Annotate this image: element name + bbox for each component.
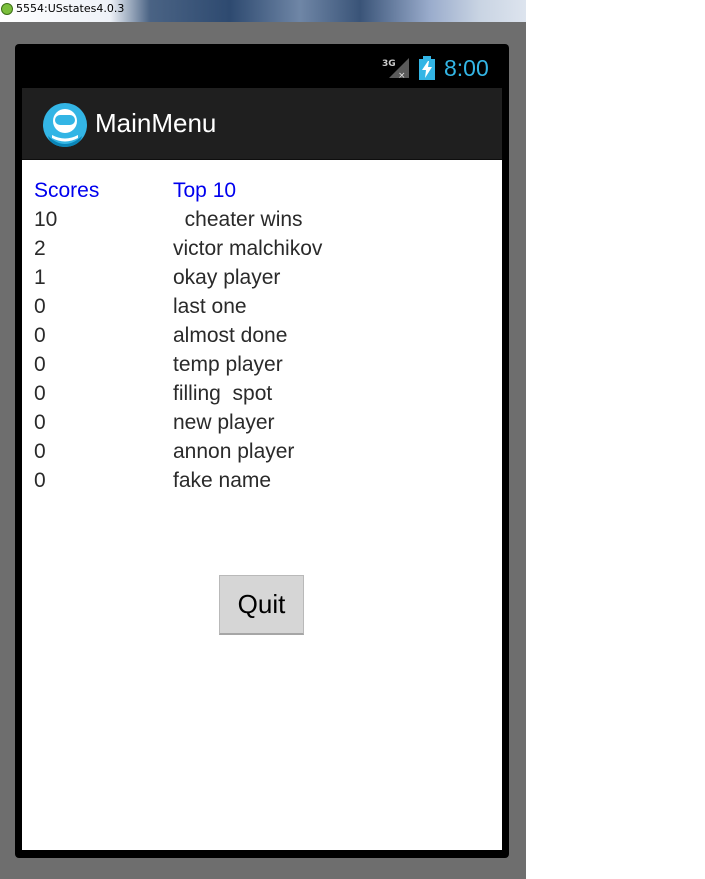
score-value: 0 — [34, 411, 46, 434]
score-value: 0 — [34, 440, 46, 463]
score-value: 0 — [34, 353, 46, 376]
player-name: temp player — [173, 353, 283, 376]
quit-button[interactable]: Quit — [219, 575, 304, 635]
score-value: 0 — [34, 324, 46, 347]
signal-3g-icon: 3G × — [382, 58, 409, 80]
player-name: annon player — [173, 440, 295, 463]
score-value: 0 — [34, 295, 46, 318]
content-area — [22, 160, 502, 850]
score-value: 0 — [34, 382, 46, 405]
android-emulator-icon — [1, 3, 13, 15]
player-name: last one — [173, 295, 247, 318]
player-name: cheater wins — [173, 208, 303, 231]
battery-charging-icon — [419, 56, 435, 80]
window-title: 5554:USstates4.0.3 — [16, 2, 125, 15]
player-name: filling spot — [173, 382, 273, 405]
top10-column-header: Top 10 — [173, 179, 237, 202]
player-name: new player — [173, 411, 275, 434]
score-value: 0 — [34, 469, 46, 492]
player-name: victor malchikov — [173, 237, 323, 260]
score-value: 2 — [34, 237, 46, 260]
player-name: okay player — [173, 266, 281, 289]
app-logo-icon[interactable] — [42, 102, 88, 148]
network-type-label: 3G — [382, 59, 396, 69]
svg-text:×: × — [398, 71, 406, 80]
action-bar — [22, 88, 502, 160]
scores-column-header: Scores — [34, 179, 100, 202]
window-titlebar[interactable]: 5554:USstates4.0.3 — [0, 0, 526, 22]
player-name: fake name — [173, 469, 272, 492]
status-clock: 8:00 — [444, 55, 489, 81]
player-name: almost done — [173, 324, 288, 347]
page-title: MainMenu — [95, 108, 217, 138]
score-value: 10 — [34, 208, 58, 231]
score-value: 1 — [34, 266, 46, 289]
